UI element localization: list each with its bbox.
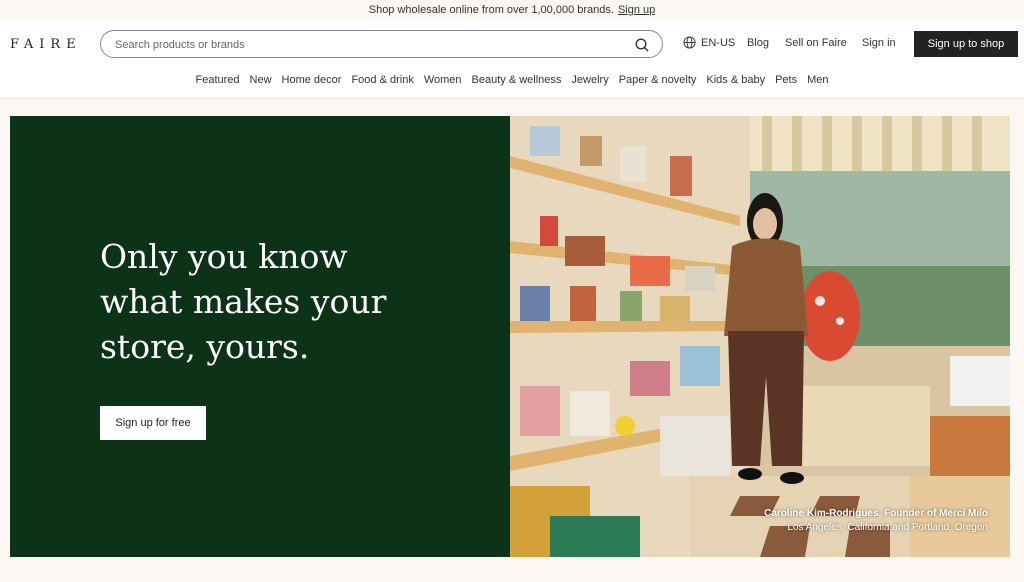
photo-caption: Caroline Kim-Rodrigues, Founder of Merci…	[764, 507, 988, 535]
category-nav: Featured New Home decor Food & drink Wom…	[0, 74, 1024, 92]
category-men[interactable]: Men	[807, 74, 828, 92]
category-beauty-wellness[interactable]: Beauty & wellness	[472, 74, 562, 92]
faire-logo[interactable]: FAIRE	[10, 37, 82, 52]
sign-up-for-free-button[interactable]: Sign up for free	[100, 406, 206, 440]
category-jewelry[interactable]: Jewelry	[571, 74, 608, 92]
caption-location: Los Angeles, California and Portland, Or…	[787, 522, 988, 533]
hero-image: Caroline Kim-Rodrigues, Founder of Merci…	[510, 116, 1010, 557]
blog-link[interactable]: Blog	[747, 37, 769, 49]
category-new[interactable]: New	[250, 74, 272, 92]
category-featured[interactable]: Featured	[195, 74, 239, 92]
locale-label: EN-US	[701, 36, 736, 49]
globe-icon	[683, 36, 696, 49]
caption-name: Caroline Kim-Rodrigues, Founder of Merci…	[764, 508, 988, 519]
sign-up-to-shop-button[interactable]: Sign up to shop	[914, 31, 1018, 57]
category-pets[interactable]: Pets	[775, 74, 797, 92]
locale-selector[interactable]: EN-US	[683, 36, 735, 49]
site-header: FAIRE EN-US Blog Sell on Faire Sign in S…	[0, 21, 1024, 99]
category-food-drink[interactable]: Food & drink	[351, 74, 413, 92]
category-kids-baby[interactable]: Kids & baby	[706, 74, 765, 92]
announcement-bar: Shop wholesale online from over 1,00,000…	[0, 0, 1024, 21]
search-bar[interactable]	[100, 30, 663, 58]
sign-in-link[interactable]: Sign in	[862, 37, 896, 49]
search-icon[interactable]	[634, 37, 650, 53]
category-paper-novelty[interactable]: Paper & novelty	[619, 74, 697, 92]
category-home-decor[interactable]: Home decor	[282, 74, 342, 92]
hero-panel: Only you know what makes your store, you…	[10, 116, 510, 557]
announcement-text: Shop wholesale online from over 1,00,000…	[368, 4, 614, 16]
search-input[interactable]	[115, 37, 615, 53]
hero-title: Only you know what makes your store, you…	[100, 237, 387, 366]
category-women[interactable]: Women	[424, 74, 462, 92]
toy-store-photo	[510, 116, 1010, 557]
announcement-signup-link[interactable]: Sign up	[618, 4, 655, 16]
sell-on-faire-link[interactable]: Sell on Faire	[785, 37, 847, 49]
